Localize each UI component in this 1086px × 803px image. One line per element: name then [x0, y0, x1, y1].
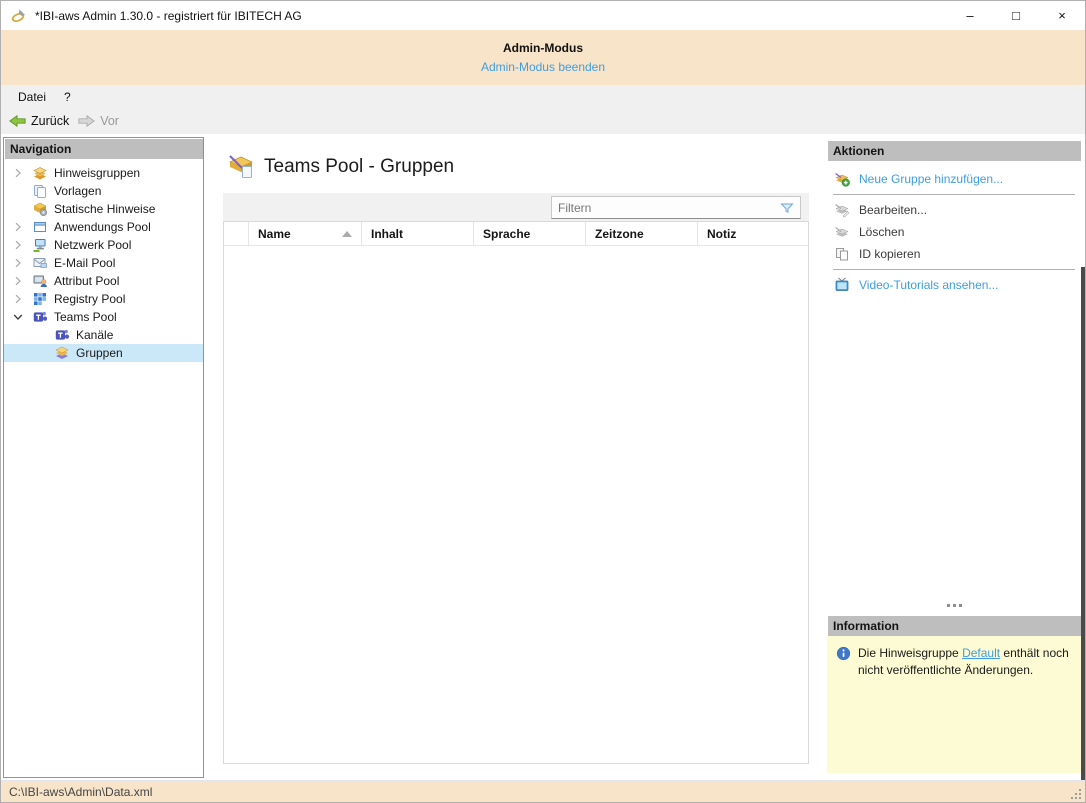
- templates-icon: [34, 185, 46, 198]
- edit-group-icon: [835, 203, 850, 218]
- nav-item-teams-pool[interactable]: Teams Pool: [4, 308, 203, 326]
- table-header-row: Name Inhalt Sprache Zeitzone Notiz: [224, 222, 808, 246]
- status-bar: C:\IBI-aws\Admin\Data.xml: [1, 780, 1085, 802]
- row-selector-column: [224, 222, 249, 245]
- registry-pool-icon: [34, 293, 46, 305]
- chevron-right-icon[interactable]: [10, 291, 26, 307]
- nav-item-registry-pool[interactable]: Registry Pool: [4, 290, 203, 308]
- email-pool-icon: [33, 258, 47, 268]
- chevron-right-icon[interactable]: [10, 219, 26, 235]
- nav-item-vorlagen[interactable]: Vorlagen: [4, 182, 203, 200]
- maximize-button[interactable]: □: [993, 1, 1039, 30]
- column-header-notiz[interactable]: Notiz: [698, 222, 808, 245]
- data-file-path: C:\IBI-aws\Admin\Data.xml: [9, 785, 153, 799]
- nav-item-kanaele[interactable]: Kanäle: [4, 326, 203, 344]
- delete-group-icon: [835, 226, 849, 237]
- admin-mode-exit-link[interactable]: Admin-Modus beenden: [481, 60, 605, 74]
- menu-bar: Datei ?: [1, 85, 1085, 108]
- action-delete[interactable]: Löschen: [827, 221, 1081, 243]
- video-tutorials-icon: [835, 277, 849, 291]
- action-edit[interactable]: Bearbeiten...: [827, 199, 1081, 221]
- add-group-icon: [835, 172, 850, 187]
- window-controls: – □ ×: [947, 1, 1085, 30]
- network-pool-icon: [33, 239, 46, 252]
- column-header-sprache[interactable]: Sprache: [474, 222, 586, 245]
- information-panel: Information Die Hinweisgruppe Default en…: [827, 615, 1081, 773]
- filter-icon[interactable]: [779, 200, 795, 216]
- admin-mode-heading: Admin-Modus: [503, 41, 583, 55]
- back-arrow-icon: [9, 114, 26, 128]
- navigation-header: Navigation: [4, 138, 203, 159]
- groups-table: Name Inhalt Sprache Zeitzone Notiz: [223, 221, 809, 764]
- page-title: Teams Pool - Gruppen: [264, 156, 455, 177]
- action-video-tutorials[interactable]: Video-Tutorials ansehen...: [827, 274, 1081, 296]
- title-bar: *IBI-aws Admin 1.30.0 - registriert für …: [1, 1, 1085, 30]
- resize-grip-icon[interactable]: [1069, 787, 1082, 800]
- information-message: Die Hinweisgruppe Default enthält noch n…: [858, 646, 1069, 677]
- information-header: Information: [827, 615, 1081, 636]
- admin-mode-banner: Admin-Modus Admin-Modus beenden: [1, 30, 1085, 85]
- column-header-name[interactable]: Name: [249, 222, 362, 245]
- actions-separator: [833, 269, 1075, 270]
- chevron-down-icon[interactable]: [10, 309, 26, 325]
- teams-channel-icon: [55, 329, 70, 340]
- filter-band: [223, 193, 809, 221]
- filter-input-wrapper: [551, 196, 801, 219]
- teams-groups-icon: [55, 346, 69, 359]
- actions-header: Aktionen: [827, 140, 1081, 161]
- action-add-group[interactable]: Neue Gruppe hinzufügen...: [827, 168, 1081, 190]
- notice-groups-icon: [33, 167, 47, 180]
- nav-item-netzwerk-pool[interactable]: Netzwerk Pool: [4, 236, 203, 254]
- nav-item-email-pool[interactable]: E-Mail Pool: [4, 254, 203, 272]
- navigation-tree: Hinweisgruppen Vorlagen Statische Hinwei…: [4, 159, 203, 362]
- attribute-pool-icon: [33, 275, 47, 287]
- nav-item-attribut-pool[interactable]: Attribut Pool: [4, 272, 203, 290]
- chevron-right-icon[interactable]: [10, 273, 26, 289]
- nav-item-hinweisgruppen[interactable]: Hinweisgruppen: [4, 164, 203, 182]
- application-pool-icon: [34, 222, 46, 232]
- nav-item-anwendungs-pool[interactable]: Anwendungs Pool: [4, 218, 203, 236]
- static-notices-icon: [33, 202, 48, 217]
- info-icon: [836, 646, 851, 661]
- navigation-panel: Navigation Hinweisgruppen Vorlagen Stati…: [3, 137, 204, 778]
- back-button[interactable]: Zurück: [4, 111, 73, 131]
- close-button[interactable]: ×: [1039, 1, 1085, 30]
- app-window: *IBI-aws Admin 1.30.0 - registriert für …: [0, 0, 1086, 803]
- window-title: *IBI-aws Admin 1.30.0 - registriert für …: [35, 8, 302, 23]
- teams-groups-title-icon: [229, 155, 253, 178]
- nav-item-gruppen[interactable]: Gruppen: [4, 344, 203, 362]
- actions-panel: Aktionen Neue Gruppe hinzufügen... Bearb…: [827, 140, 1081, 296]
- filter-input[interactable]: [552, 200, 779, 215]
- chevron-right-icon[interactable]: [10, 237, 26, 253]
- desktop-edge-strip: [1081, 267, 1085, 802]
- column-header-zeitzone[interactable]: Zeitzone: [586, 222, 698, 245]
- chevron-right-icon[interactable]: [10, 165, 26, 181]
- teams-pool-icon: [33, 311, 48, 322]
- copy-id-icon: [836, 248, 848, 261]
- menu-datei[interactable]: Datei: [9, 88, 55, 106]
- workspace: Navigation Hinweisgruppen Vorlagen Stati…: [1, 134, 1085, 802]
- forward-arrow-icon: [78, 114, 96, 128]
- column-header-inhalt[interactable]: Inhalt: [362, 222, 474, 245]
- minimize-button[interactable]: –: [947, 1, 993, 30]
- forward-button[interactable]: Vor: [73, 111, 123, 131]
- actions-separator: [833, 194, 1075, 195]
- navigation-toolbar: Zurück Vor: [1, 108, 1085, 134]
- sort-ascending-icon: [342, 231, 352, 237]
- action-copy-id[interactable]: ID kopieren: [827, 243, 1081, 265]
- app-icon: [11, 9, 25, 22]
- chevron-right-icon[interactable]: [10, 255, 26, 271]
- default-group-link[interactable]: Default: [962, 646, 1000, 660]
- panel-splitter[interactable]: [827, 598, 1081, 612]
- menu-help[interactable]: ?: [55, 88, 80, 106]
- nav-item-statische-hinweise[interactable]: Statische Hinweise: [4, 200, 203, 218]
